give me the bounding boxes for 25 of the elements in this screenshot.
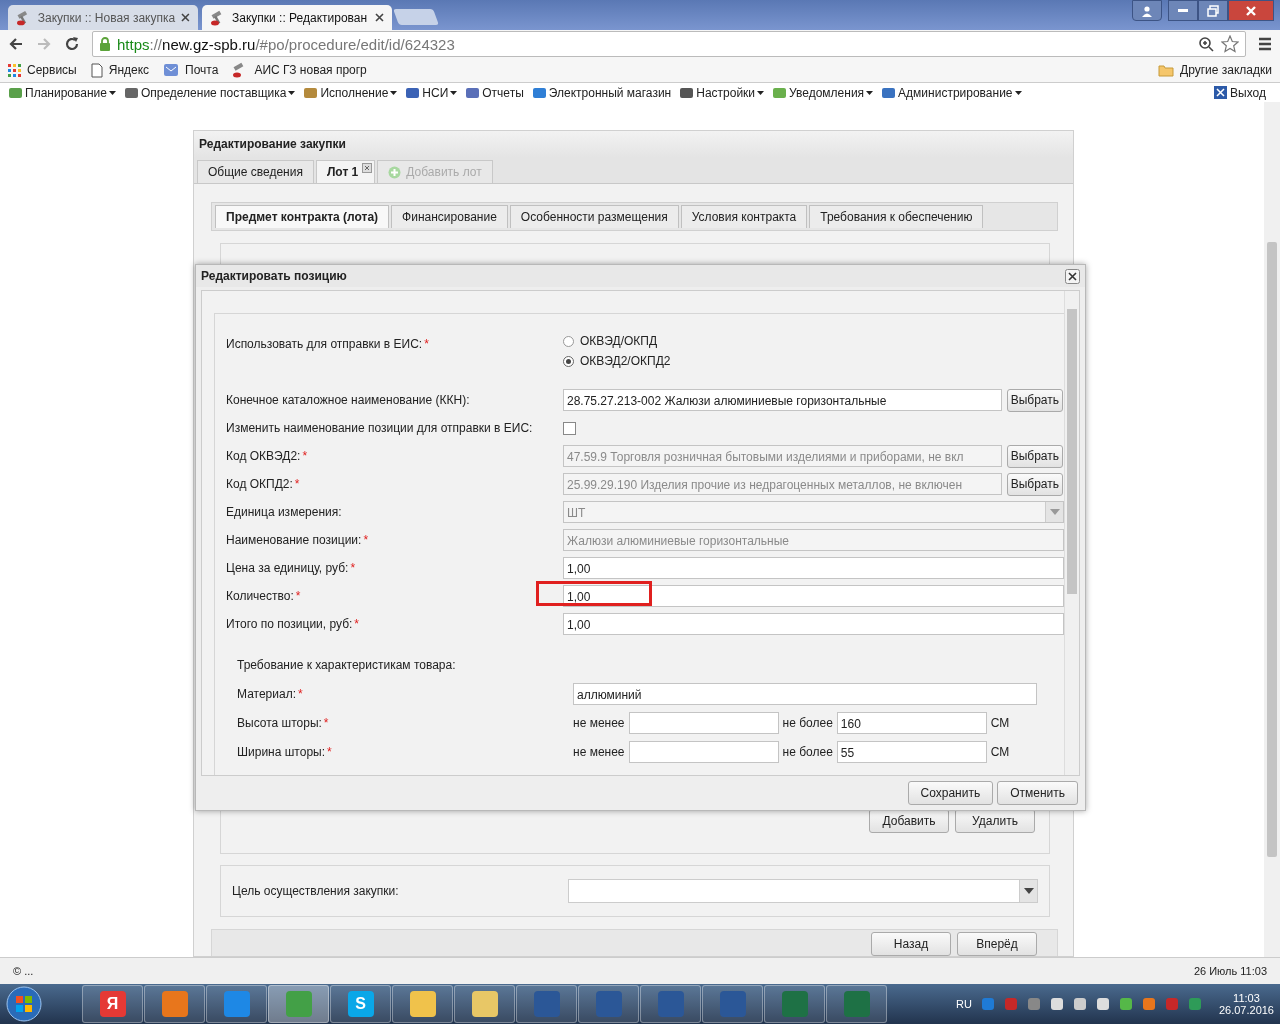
field-label: Итого по позиции, руб: *	[226, 617, 361, 631]
range-label: не менее	[573, 744, 625, 759]
field-label: Использовать для отправки в ЕИС: *	[226, 336, 430, 351]
unit-label: СМ	[990, 744, 1010, 759]
field-label: Высота шторы: *	[237, 715, 330, 730]
field-label: Цель осуществления закупки:	[232, 884, 400, 898]
unit-label: СМ	[990, 715, 1010, 730]
field-label: Код ОКПД2: *	[226, 477, 301, 491]
field-label: Изменить наименование позиции для отправки в ЕИС:	[226, 421, 534, 435]
field-label: Материал: *	[237, 686, 304, 701]
field-label: Наименование позиции: *	[226, 533, 370, 547]
status-date: 26 Июль 11:03	[1193, 965, 1267, 977]
field-label: Конечное каталожное наименование (ККН):	[226, 393, 471, 407]
range-label: не менее	[573, 715, 625, 730]
field-label: Единица измерения:	[226, 505, 343, 519]
field-label: Код ОКВЭД2: *	[226, 449, 309, 463]
range-label: не более	[782, 715, 833, 730]
status-text: © ...	[13, 965, 34, 977]
field-label: Количество: *	[226, 589, 302, 603]
section-title: Требование к характеристикам товара:	[237, 658, 457, 672]
dialog-title: Редактировать позицию	[201, 269, 347, 283]
range-label: не более	[782, 744, 833, 759]
field-label: Цена за единицу, руб: *	[226, 561, 357, 575]
field-label: Ширина шторы: *	[237, 744, 333, 759]
url-text: https://new.gz-spb.ru/#po/procedure/edit/id/624323	[117, 35, 455, 53]
